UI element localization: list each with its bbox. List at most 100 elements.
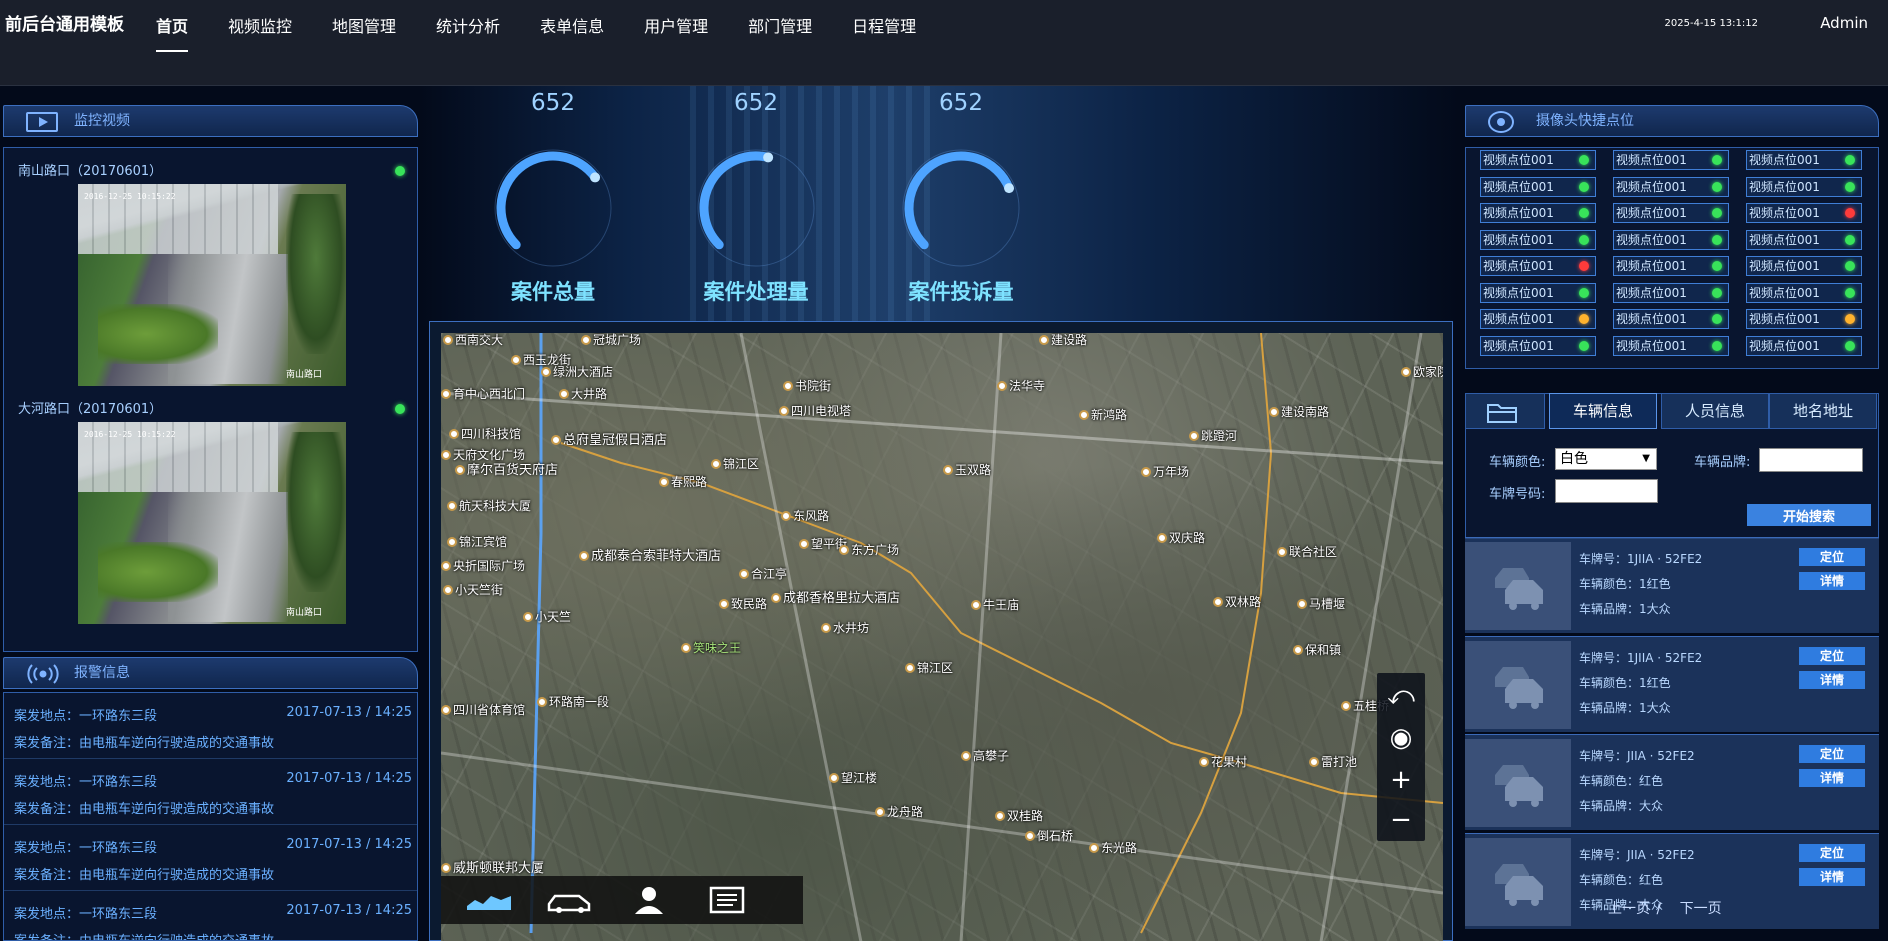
folder-tab[interactable] <box>1465 393 1545 429</box>
map-label[interactable]: 西南交大 <box>443 333 503 348</box>
person-icon[interactable] <box>625 884 673 916</box>
map-label[interactable]: 万年场 <box>1141 463 1189 480</box>
map-label[interactable]: 高攀子 <box>961 747 1009 764</box>
nav-item[interactable]: 地图管理 <box>316 0 412 54</box>
locate-button[interactable]: 定位 <box>1799 548 1865 566</box>
locate-button[interactable]: 定位 <box>1799 647 1865 665</box>
map-label[interactable]: 锦江区 <box>711 455 759 472</box>
prev-page-link[interactable]: 上一页 <box>1608 901 1650 917</box>
map-label[interactable]: 玉双路 <box>943 461 991 478</box>
camera-point[interactable]: 视频点位001 <box>1480 203 1596 223</box>
map-label[interactable]: 欧家院子 <box>1401 363 1443 380</box>
nav-item[interactable]: 首页 <box>140 0 204 54</box>
next-page-link[interactable]: 下一页 <box>1680 901 1722 917</box>
nav-item[interactable]: 统计分析 <box>420 0 516 54</box>
camera-point[interactable]: 视频点位001 <box>1480 176 1596 197</box>
camera-point[interactable]: 视频点位001 <box>1613 176 1729 197</box>
camera-point[interactable]: 视频点位001 <box>1746 335 1862 356</box>
map-label[interactable]: 跳蹬河 <box>1189 427 1237 444</box>
map-label[interactable]: 小天竺街 <box>443 581 503 598</box>
camera-point[interactable]: 视频点位001 <box>1480 150 1596 170</box>
map-label[interactable]: 小天竺 <box>523 608 571 625</box>
map-label[interactable]: 绿洲大酒店 <box>541 363 613 380</box>
map-label[interactable]: 四川科技馆 <box>449 425 521 442</box>
detail-button[interactable]: 详情 <box>1799 572 1865 590</box>
map-label[interactable]: 水井坊 <box>821 619 869 636</box>
map-label[interactable]: 新鸿路 <box>1079 406 1127 423</box>
camera-point[interactable]: 视频点位001 <box>1746 176 1862 197</box>
map-label[interactable]: 春熙路 <box>659 473 707 490</box>
tab-vehicle[interactable]: 车辆信息 <box>1549 393 1657 429</box>
nav-item[interactable]: 表单信息 <box>524 0 620 54</box>
camera-point[interactable]: 视频点位001 <box>1480 335 1596 356</box>
detail-button[interactable]: 详情 <box>1799 671 1865 689</box>
car-icon[interactable] <box>545 884 593 916</box>
vehicle-card[interactable]: 车牌号：1JIIA · 52FE2 车辆颜色：1红色 车辆品牌：1大众 定位 详情 <box>1465 537 1879 633</box>
minus-icon[interactable]: − <box>1377 799 1425 841</box>
map-label[interactable]: 育中心西北门 <box>441 385 525 402</box>
map-label[interactable]: 雷打池 <box>1309 753 1357 770</box>
locate-button[interactable]: 定位 <box>1799 745 1865 763</box>
map-label[interactable]: 环路南一段 <box>537 693 609 710</box>
detail-button[interactable]: 详情 <box>1799 769 1865 787</box>
document-icon[interactable] <box>703 884 751 916</box>
nav-item[interactable]: 日程管理 <box>836 0 932 54</box>
map-label[interactable]: 航天科技大厦 <box>447 497 531 514</box>
map-label[interactable]: 东光路 <box>1089 839 1137 856</box>
map-label[interactable]: 大井路 <box>559 385 607 402</box>
map-label[interactable]: 书院街 <box>783 377 831 394</box>
map-label[interactable]: 建设南路 <box>1269 403 1329 420</box>
nav-item[interactable]: 视频监控 <box>212 0 308 54</box>
map-label[interactable]: 威斯顿联邦大厦 <box>441 857 544 876</box>
map-label[interactable]: 望江楼 <box>829 769 877 786</box>
plate-input[interactable] <box>1555 479 1658 503</box>
camera-point[interactable]: 视频点位001 <box>1746 203 1862 223</box>
map-label[interactable]: 笑味之王 <box>681 639 741 656</box>
color-select[interactable]: 白色 ▼ <box>1555 448 1657 470</box>
route-icon[interactable] <box>465 884 513 916</box>
detail-button[interactable]: 详情 <box>1799 868 1865 886</box>
tab-address[interactable]: 地名地址 <box>1769 393 1877 429</box>
vehicle-card[interactable]: 车牌号：1JIIA · 52FE2 车辆颜色：1红色 车辆品牌：1大众 定位 详情 <box>1465 636 1879 732</box>
camera-point[interactable]: 视频点位001 <box>1613 309 1729 329</box>
camera-point[interactable]: 视频点位001 <box>1746 229 1862 250</box>
camera-video[interactable]: 2016-12-25 10:15:22 南山路口 <box>78 422 346 624</box>
alarm-item[interactable]: 案发地点：一环路东三段案发备注：由电瓶车逆向行驶造成的交通事故 2017-07-1… <box>4 693 417 759</box>
nav-item[interactable]: 用户管理 <box>628 0 724 54</box>
map-label[interactable]: 双庆路 <box>1157 529 1205 546</box>
camera-point[interactable]: 视频点位001 <box>1746 309 1862 329</box>
map-label[interactable]: 总府皇冠假日酒店 <box>551 429 667 448</box>
map-label[interactable]: 锦江宾馆 <box>447 533 507 550</box>
map-label[interactable]: 锦江区 <box>905 659 953 676</box>
user-name[interactable]: Admin <box>1820 14 1868 32</box>
map-label[interactable]: 龙舟路 <box>875 803 923 820</box>
camera-point[interactable]: 视频点位001 <box>1746 150 1862 170</box>
vehicle-card[interactable]: 车牌号：JIIA · 52FE2 车辆颜色：红色 车辆品牌：大众 定位 详情 <box>1465 734 1879 830</box>
map-label[interactable]: 冠城广场 <box>581 333 641 348</box>
map-label[interactable]: 四川电视塔 <box>779 402 851 419</box>
map-label[interactable]: 马槽堰 <box>1297 595 1345 612</box>
map-view[interactable]: 西南交大 冠城广场 建设路 西玉龙街 绿洲大酒店 育中心西北门 大井路 书院街 四川电视塔 法华寺… <box>441 333 1443 941</box>
camera-point[interactable]: 视频点位001 <box>1613 229 1729 250</box>
map-label[interactable]: 四川省体育馆 <box>441 701 525 718</box>
camera-point[interactable]: 视频点位001 <box>1746 256 1862 276</box>
eye-icon[interactable]: ◉ <box>1377 717 1425 759</box>
alarm-item[interactable]: 案发地点：一环路东三段案发备注：由电瓶车逆向行驶造成的交通事故 2017-07-1… <box>4 759 417 825</box>
undo-icon[interactable]: ⤺ <box>1377 675 1425 717</box>
map-label[interactable]: 牛王庙 <box>971 596 1019 613</box>
map-label[interactable]: 联合社区 <box>1277 543 1337 560</box>
map-label[interactable]: 保和镇 <box>1293 641 1341 658</box>
plus-icon[interactable]: + <box>1377 759 1425 801</box>
map-label[interactable]: 成都香格里拉大酒店 <box>771 587 900 606</box>
camera-point[interactable]: 视频点位001 <box>1480 282 1596 303</box>
map-label[interactable]: 成都泰合索菲特大酒店 <box>579 545 721 564</box>
camera-point[interactable]: 视频点位001 <box>1613 256 1729 276</box>
map-label[interactable]: 建设路 <box>1039 333 1087 348</box>
alarm-item[interactable]: 案发地点：一环路东三段案发备注：由电瓶车逆向行驶造成的交通事故 2017-07-1… <box>4 891 417 940</box>
camera-point[interactable]: 视频点位001 <box>1480 256 1596 276</box>
map-label[interactable]: 法华寺 <box>997 377 1045 394</box>
map-label[interactable]: 东方广场 <box>839 541 899 558</box>
camera-point[interactable]: 视频点位001 <box>1480 309 1596 329</box>
map-label[interactable]: 摩尔百货天府店 <box>455 459 558 478</box>
nav-item[interactable]: 部门管理 <box>732 0 828 54</box>
